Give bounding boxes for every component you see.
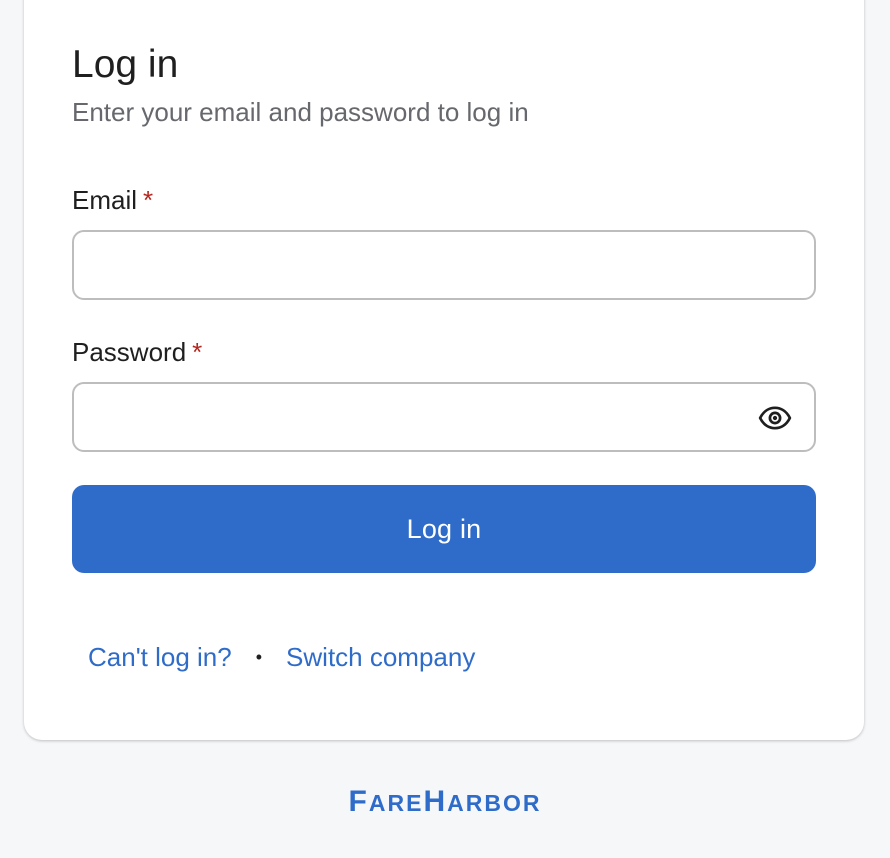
logo-text-arbor: ARBOR xyxy=(447,790,542,816)
help-links: Can't log in? • Switch company xyxy=(88,637,475,677)
eye-icon[interactable] xyxy=(758,401,792,435)
email-field[interactable] xyxy=(74,232,814,298)
page-title: Log in xyxy=(72,43,179,86)
password-label-text: Password xyxy=(72,337,187,367)
password-field-wrapper xyxy=(72,382,816,452)
email-field-wrapper xyxy=(72,230,816,300)
email-label: Email * xyxy=(72,184,153,216)
cant-login-link[interactable]: Can't log in? xyxy=(88,642,232,673)
logo-letter-h: H xyxy=(423,785,448,818)
login-button[interactable]: Log in xyxy=(72,485,816,573)
password-required-mark: * xyxy=(192,337,203,367)
fareharbor-logo: FAREHARBOR xyxy=(0,784,890,821)
page-subtitle: Enter your email and password to log in xyxy=(72,97,529,127)
email-required-mark: * xyxy=(143,185,154,215)
link-separator: • xyxy=(255,646,263,667)
logo-text-are: ARE xyxy=(368,790,424,816)
switch-company-link[interactable]: Switch company xyxy=(286,642,475,673)
logo-letter-f: F xyxy=(348,785,369,818)
password-label: Password * xyxy=(72,336,202,368)
email-label-text: Email xyxy=(72,185,138,215)
password-field[interactable] xyxy=(74,384,814,450)
